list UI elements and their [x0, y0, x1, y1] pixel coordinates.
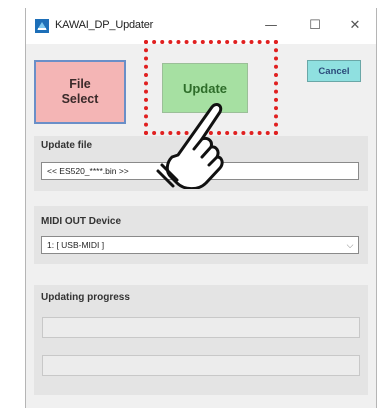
cancel-button-label: Cancel	[318, 65, 350, 77]
midi-out-select[interactable]: 1: [ USB-MIDI ] ⌵	[41, 236, 359, 254]
progress-panel: Updating progress	[34, 285, 368, 395]
pointing-hand-icon	[156, 103, 224, 189]
midi-out-label: MIDI OUT Device	[41, 216, 122, 227]
file-select-button[interactable]: File Select	[34, 60, 126, 124]
midi-out-selected-value: 1: [ USB-MIDI ]	[47, 240, 105, 250]
close-button[interactable]: ✕	[344, 16, 366, 36]
minimize-button[interactable]: —	[260, 16, 282, 36]
updater-window: KAWAI_DP_Updater — ☐ ✕ File Select Updat…	[25, 8, 377, 408]
title-bar: KAWAI_DP_Updater — ☐ ✕	[26, 8, 376, 44]
chevron-down-icon: ⌵	[346, 240, 354, 250]
window-title: KAWAI_DP_Updater	[55, 19, 154, 31]
cancel-button[interactable]: Cancel	[307, 60, 361, 82]
midi-out-panel: MIDI OUT Device 1: [ USB-MIDI ] ⌵	[34, 206, 368, 264]
progress-label: Updating progress	[41, 292, 130, 303]
progress-bar-1	[42, 317, 360, 338]
file-select-label-line2: Select	[61, 92, 99, 106]
maximize-button[interactable]: ☐	[304, 16, 326, 36]
update-file-label: Update file	[41, 140, 93, 151]
kawai-app-icon	[35, 19, 49, 33]
file-select-label-line1: File	[69, 77, 91, 91]
progress-bar-2	[42, 355, 360, 376]
update-file-value: << ES520_****.bin >>	[47, 166, 129, 176]
